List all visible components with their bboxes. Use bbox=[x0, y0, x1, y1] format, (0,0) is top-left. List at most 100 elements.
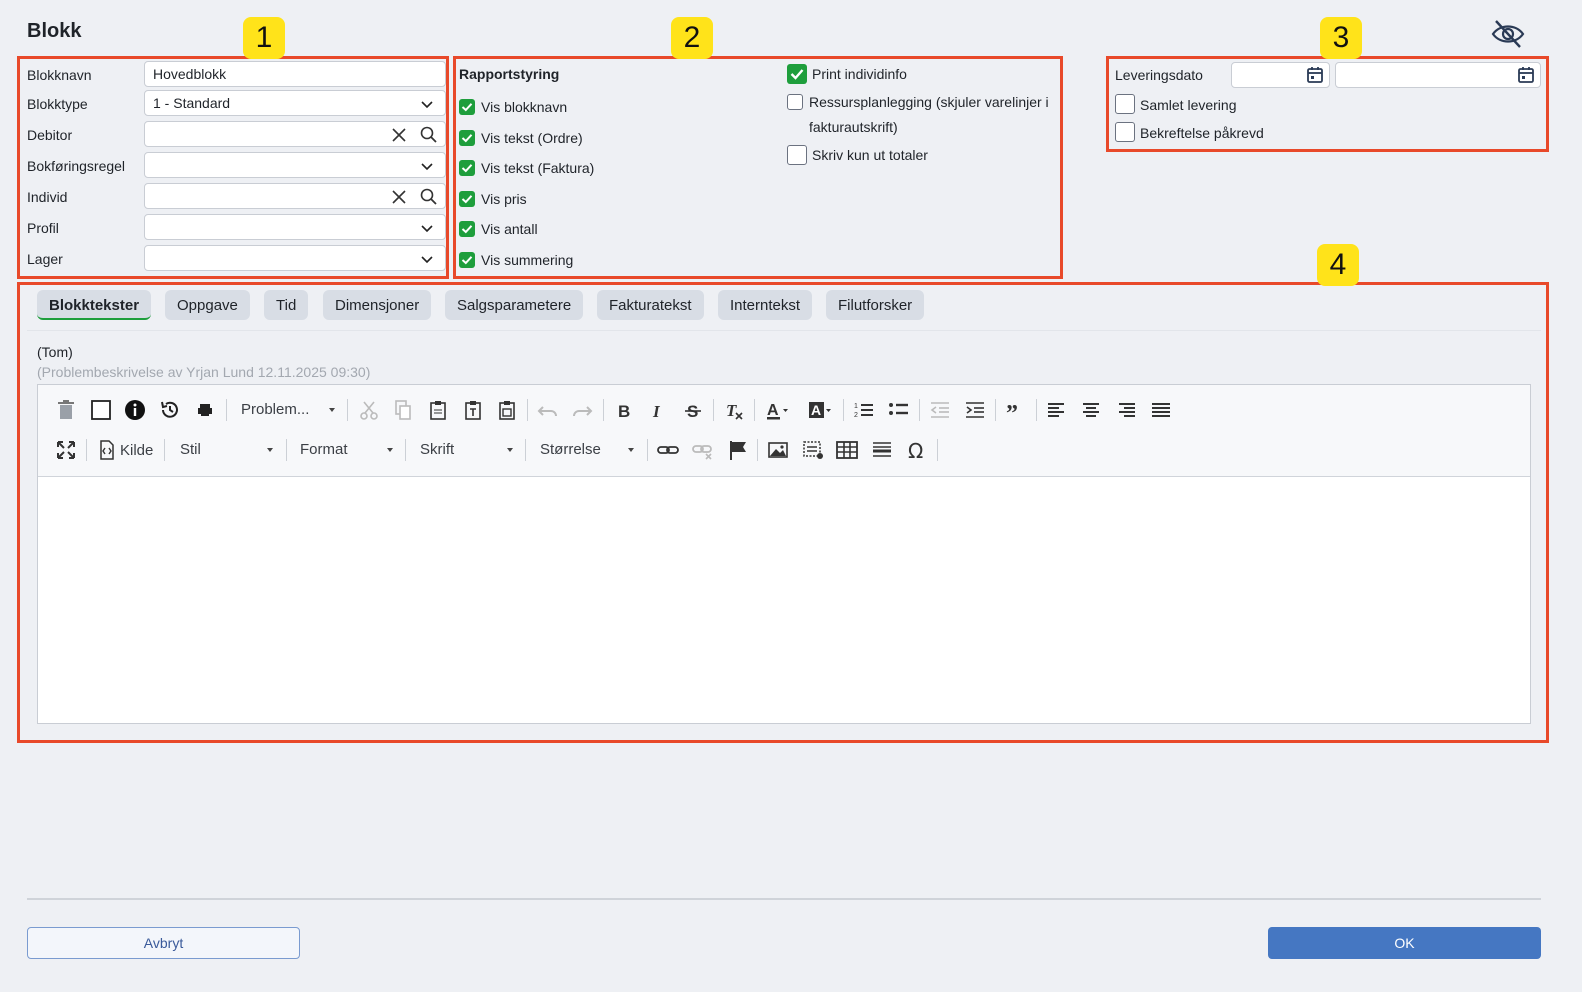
individ-lookup[interactable] bbox=[144, 183, 446, 209]
align-left-icon[interactable] bbox=[1044, 397, 1070, 423]
svg-text:Ω: Ω bbox=[908, 439, 923, 463]
tab-blokktekster[interactable]: Blokktekster bbox=[37, 290, 152, 320]
italic-icon[interactable]: I bbox=[645, 397, 671, 423]
callout-2: 2 bbox=[671, 17, 713, 59]
checkbox-icon[interactable] bbox=[88, 397, 114, 423]
bokforingsregel-select[interactable] bbox=[144, 152, 446, 178]
image-icon[interactable] bbox=[765, 437, 791, 463]
copy-icon[interactable] bbox=[390, 397, 416, 423]
checkbox-checked[interactable] bbox=[787, 64, 807, 84]
cut-icon[interactable] bbox=[356, 397, 382, 423]
clear-icon[interactable] bbox=[389, 125, 409, 145]
date-from-input[interactable] bbox=[1231, 62, 1330, 88]
search-icon[interactable] bbox=[419, 125, 439, 145]
tab-fakturatekst[interactable]: Fakturatekst bbox=[597, 290, 704, 320]
remove-format-icon[interactable]: T bbox=[721, 397, 747, 423]
style-combo[interactable]: Stil bbox=[180, 441, 201, 458]
date-to-input[interactable] bbox=[1335, 62, 1541, 88]
table-icon[interactable] bbox=[834, 437, 860, 463]
calendar-icon[interactable] bbox=[1516, 65, 1536, 85]
source-label: Kilde bbox=[120, 442, 154, 459]
tab-oppgave[interactable]: Oppgave bbox=[165, 290, 250, 320]
calendar-icon[interactable] bbox=[1305, 65, 1325, 85]
bulleted-list-icon[interactable] bbox=[886, 397, 912, 423]
search-icon[interactable] bbox=[419, 187, 439, 207]
blokknavn-input[interactable]: Hovedblokk bbox=[144, 61, 446, 87]
anchor-flag-icon[interactable] bbox=[725, 437, 751, 463]
checkbox-unchecked[interactable] bbox=[1115, 122, 1135, 142]
source-button[interactable]: Kilde bbox=[120, 442, 153, 459]
checkbox-unchecked[interactable] bbox=[787, 145, 807, 165]
checkbox-label-continued: fakturautskrift) bbox=[809, 119, 898, 135]
redo-icon[interactable] bbox=[569, 397, 595, 423]
debitor-lookup[interactable] bbox=[144, 121, 446, 147]
checkbox-checked[interactable] bbox=[459, 221, 475, 237]
checkbox-checked[interactable] bbox=[459, 160, 475, 176]
toolbar-separator bbox=[919, 399, 920, 421]
trash-icon[interactable] bbox=[53, 397, 79, 423]
checkbox-checked[interactable] bbox=[459, 252, 475, 268]
toolbar-separator bbox=[757, 439, 758, 461]
size-combo[interactable]: Størrelse bbox=[540, 441, 601, 458]
format-combo[interactable]: Format bbox=[300, 441, 348, 458]
checkbox-checked[interactable] bbox=[459, 191, 475, 207]
svg-text:”: ” bbox=[1006, 401, 1018, 423]
link-icon[interactable] bbox=[655, 437, 681, 463]
caret-down-icon bbox=[329, 408, 335, 412]
font-combo[interactable]: Skrift bbox=[420, 441, 454, 458]
checkbox-label: Vis tekst (Ordre) bbox=[481, 130, 583, 146]
profil-select[interactable] bbox=[144, 214, 446, 240]
ok-button[interactable]: OK bbox=[1268, 927, 1541, 959]
text-color-icon[interactable]: A bbox=[764, 397, 790, 423]
tab-filutforsker[interactable]: Filutforsker bbox=[826, 290, 925, 320]
paste-word-icon[interactable] bbox=[494, 397, 520, 423]
tab-salgsparametere[interactable]: Salgsparametere bbox=[445, 290, 584, 320]
toolbar-separator bbox=[754, 399, 755, 421]
tab-panel-divider bbox=[27, 330, 1541, 331]
checkbox-checked[interactable] bbox=[459, 99, 475, 115]
paste-text-icon[interactable] bbox=[460, 397, 486, 423]
cancel-button[interactable]: Avbryt bbox=[27, 927, 300, 959]
editor-content-area[interactable] bbox=[38, 477, 1530, 723]
caret-down-icon bbox=[628, 448, 634, 452]
tab-dimensjoner[interactable]: Dimensjoner bbox=[323, 290, 432, 320]
rapportstyring-heading: Rapportstyring bbox=[459, 66, 560, 82]
clear-icon[interactable] bbox=[389, 187, 409, 207]
unlink-icon[interactable] bbox=[690, 437, 716, 463]
blokktype-select[interactable]: 1 - Standard bbox=[144, 90, 446, 116]
print-icon[interactable] bbox=[192, 397, 218, 423]
field-value: Hovedblokk bbox=[153, 66, 227, 82]
lager-select[interactable] bbox=[144, 245, 446, 271]
checkbox-checked[interactable] bbox=[459, 130, 475, 146]
checkbox-label: Print individinfo bbox=[812, 66, 907, 82]
tab-internt ekst[interactable]: Interntekst bbox=[718, 290, 813, 320]
numbered-list-icon[interactable]: 12 bbox=[851, 397, 877, 423]
align-center-icon[interactable] bbox=[1078, 397, 1104, 423]
leveringsdato-label: Leveringsdato bbox=[1115, 67, 1203, 83]
template-combo[interactable]: Problem... bbox=[241, 401, 309, 418]
special-character-icon[interactable]: Ω bbox=[904, 437, 930, 463]
bold-icon[interactable]: B bbox=[611, 397, 637, 423]
blockquote-icon[interactable]: ” bbox=[1003, 397, 1029, 423]
background-color-icon[interactable]: A bbox=[806, 397, 832, 423]
source-icon[interactable] bbox=[94, 437, 120, 463]
undo-icon[interactable] bbox=[535, 397, 561, 423]
tab-tid[interactable]: Tid bbox=[264, 290, 309, 320]
strikethrough-icon[interactable]: S bbox=[680, 397, 706, 423]
info-icon[interactable] bbox=[122, 397, 148, 423]
align-right-icon[interactable] bbox=[1113, 397, 1139, 423]
checkbox-label: Vis summering bbox=[481, 252, 574, 268]
svg-text:T: T bbox=[726, 401, 737, 420]
history-icon[interactable] bbox=[157, 397, 183, 423]
eye-off-icon[interactable] bbox=[1490, 18, 1526, 50]
outdent-icon[interactable] bbox=[927, 397, 953, 423]
indent-icon[interactable] bbox=[962, 397, 988, 423]
checkbox-unchecked[interactable] bbox=[787, 94, 803, 110]
horizontal-rule-icon[interactable] bbox=[869, 437, 895, 463]
maximize-icon[interactable] bbox=[53, 437, 79, 463]
toolbar-separator bbox=[405, 439, 406, 461]
align-justify-icon[interactable] bbox=[1148, 397, 1174, 423]
paste-icon[interactable] bbox=[425, 397, 451, 423]
checkbox-unchecked[interactable] bbox=[1115, 94, 1135, 114]
iframe-icon[interactable] bbox=[800, 437, 826, 463]
